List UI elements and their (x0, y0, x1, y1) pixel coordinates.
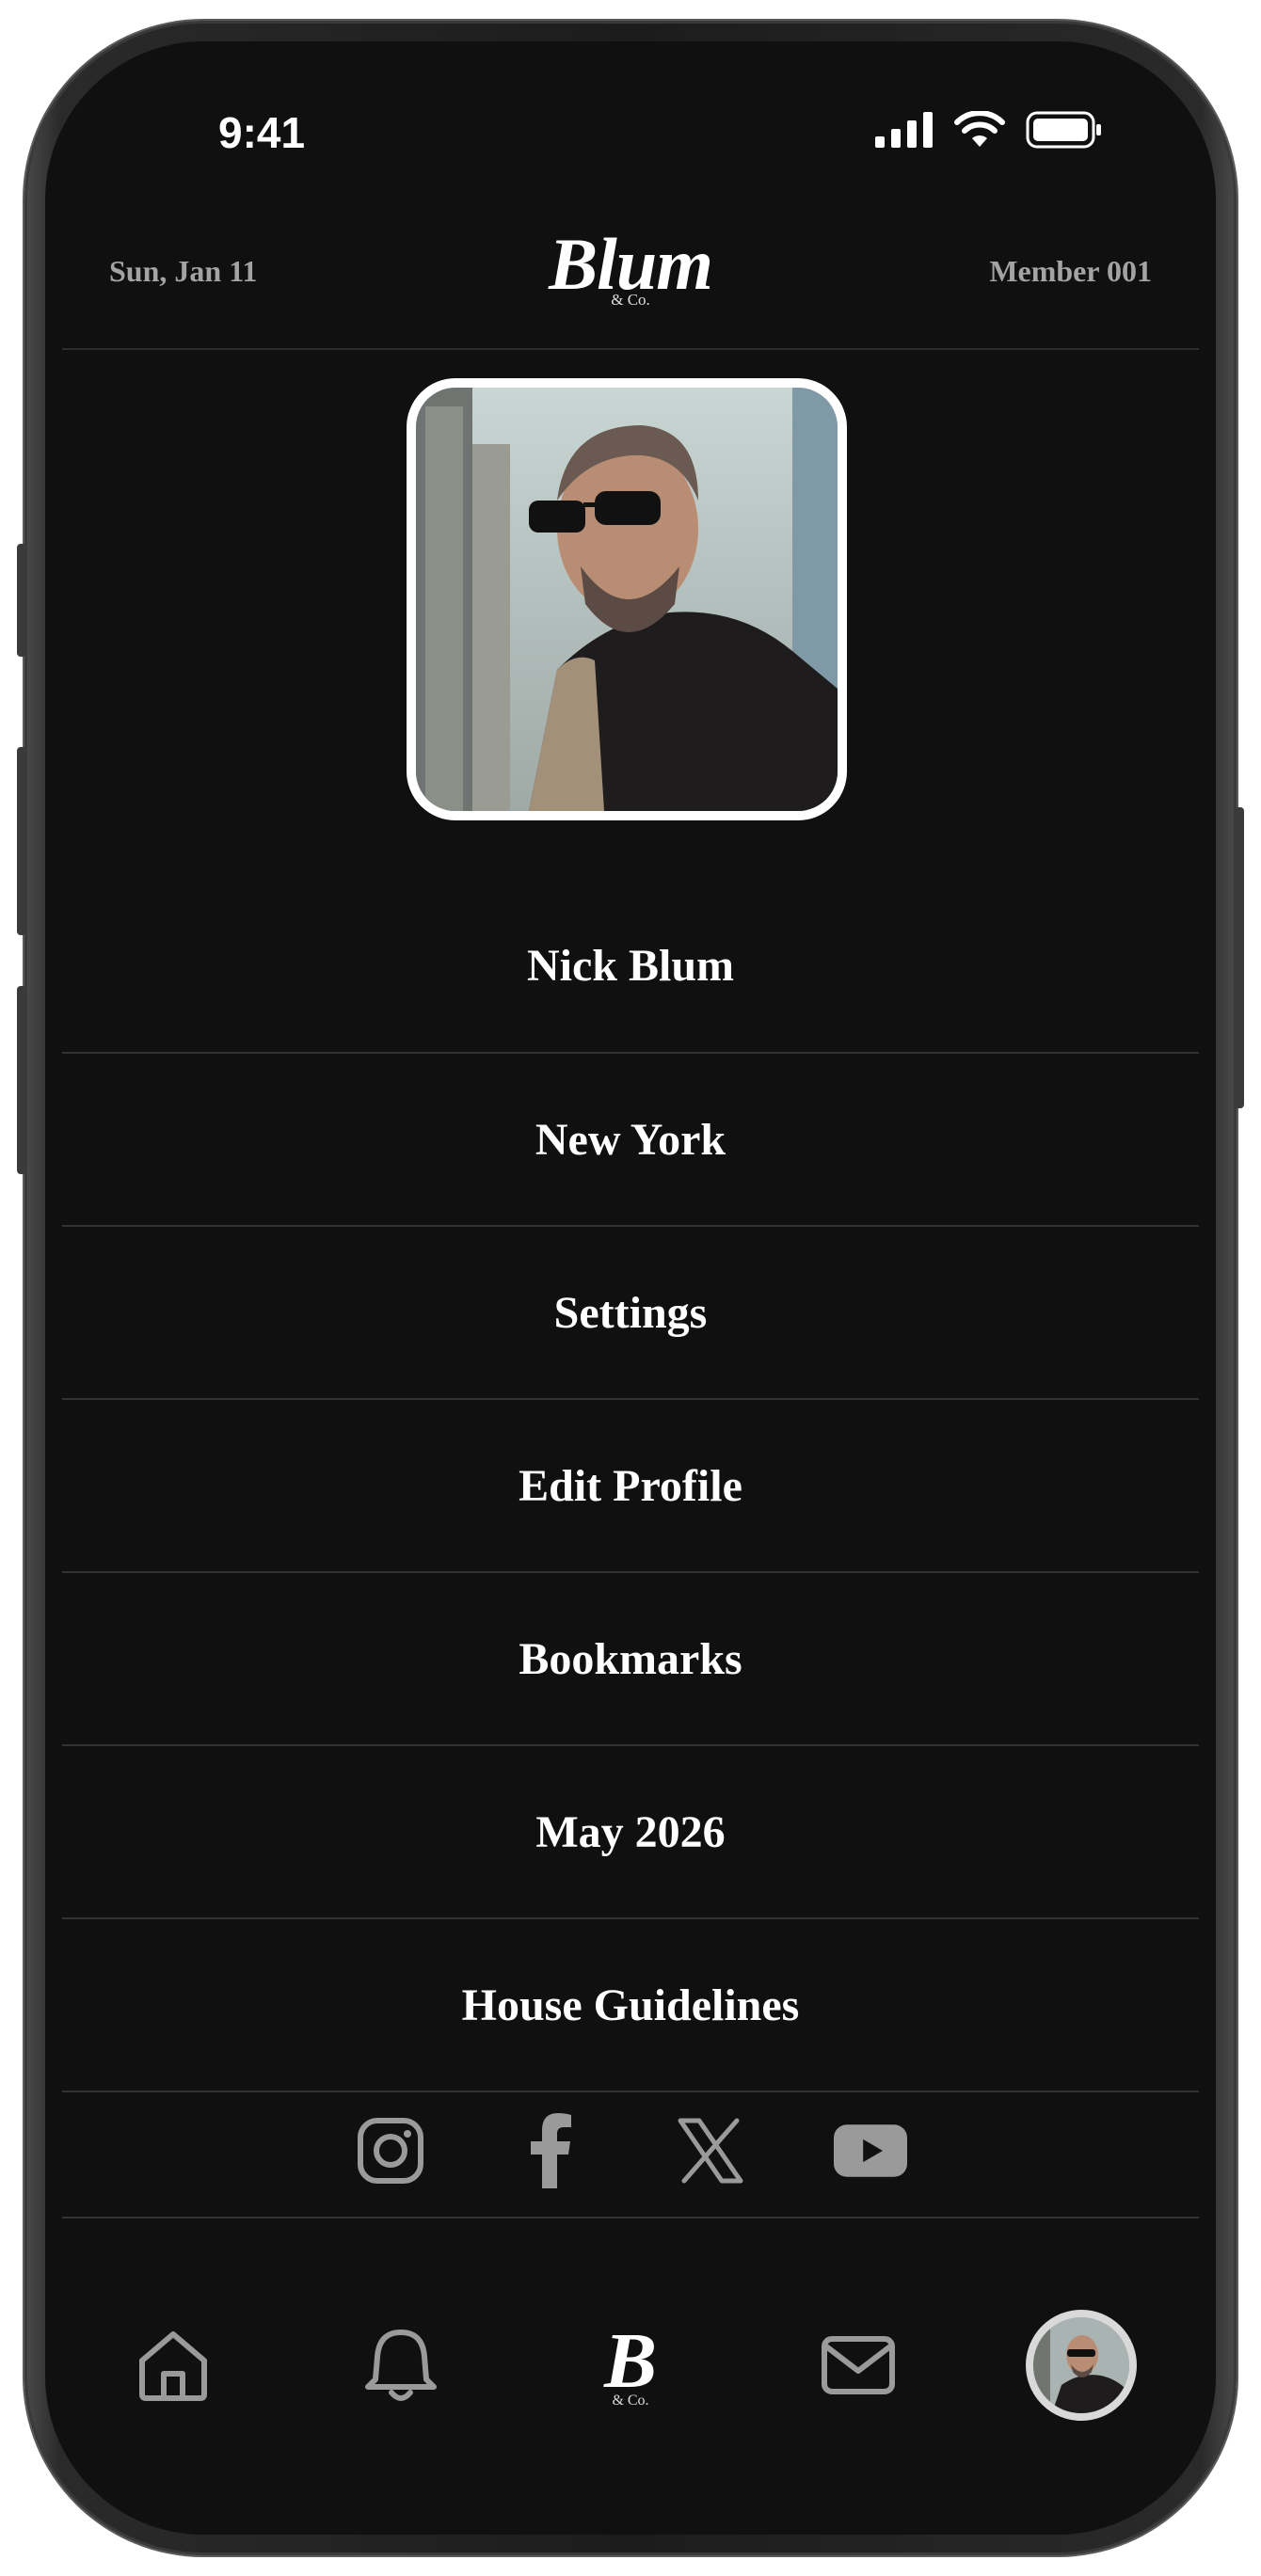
header-date: Sun, Jan 11 (109, 254, 258, 288)
member-number: Member 001 (989, 254, 1152, 288)
facebook-icon[interactable] (514, 2113, 587, 2188)
menu-item-edit-profile[interactable]: Edit Profile (62, 1400, 1199, 1573)
status-time: 9:41 (218, 108, 306, 157)
youtube-icon[interactable] (834, 2114, 907, 2187)
menu-item-membership-date[interactable]: May 2026 (62, 1746, 1199, 1919)
volume-up-button (17, 747, 26, 935)
x-icon[interactable] (674, 2114, 747, 2187)
menu-item-house-guidelines[interactable]: House Guidelines (62, 1919, 1199, 2092)
social-links (62, 2085, 1199, 2218)
battery-icon (1026, 111, 1101, 149)
home-icon (139, 2331, 207, 2401)
profile-avatar (1026, 2310, 1137, 2421)
volume-down-button (17, 986, 26, 1174)
tab-notifications[interactable] (344, 2299, 457, 2431)
power-button (1235, 807, 1244, 1108)
instagram-icon[interactable] (354, 2114, 427, 2187)
bell-icon (365, 2330, 437, 2401)
bottom-tab-bar: B & Co. (45, 2299, 1216, 2450)
app-header: Sun, Jan 11 Blum & Co. Member 001 (62, 211, 1199, 350)
tab-profile[interactable] (1020, 2299, 1142, 2431)
menu-item-location[interactable]: New York (62, 1054, 1199, 1227)
status-icons (875, 111, 1103, 149)
brand-logo-icon: B & Co. (604, 2322, 657, 2409)
menu-item-settings[interactable]: Settings (62, 1227, 1199, 1400)
tab-logo-letter: B (603, 2317, 658, 2405)
tab-home-logo[interactable]: B & Co. (574, 2299, 687, 2431)
mute-switch (17, 544, 26, 657)
profile-menu: Nick Blum New York Settings Edit Profile… (62, 879, 1199, 2092)
tab-messages[interactable] (802, 2299, 915, 2431)
menu-item-bookmarks[interactable]: Bookmarks (62, 1573, 1199, 1746)
wifi-icon (954, 111, 1005, 147)
mail-icon (822, 2336, 895, 2394)
cellular-signal-icon (875, 112, 933, 148)
menu-item-name[interactable]: Nick Blum (62, 879, 1199, 1054)
status-bar: 9:41 (45, 41, 1216, 192)
brand-logo[interactable]: Blum & Co. (549, 228, 713, 309)
profile-photo-image (416, 388, 838, 811)
profile-photo[interactable] (407, 378, 847, 820)
tab-home[interactable] (117, 2299, 230, 2431)
screen: 9:41 Sun, Jan 11 Blum & Co. Member 001 N… (45, 41, 1216, 2535)
